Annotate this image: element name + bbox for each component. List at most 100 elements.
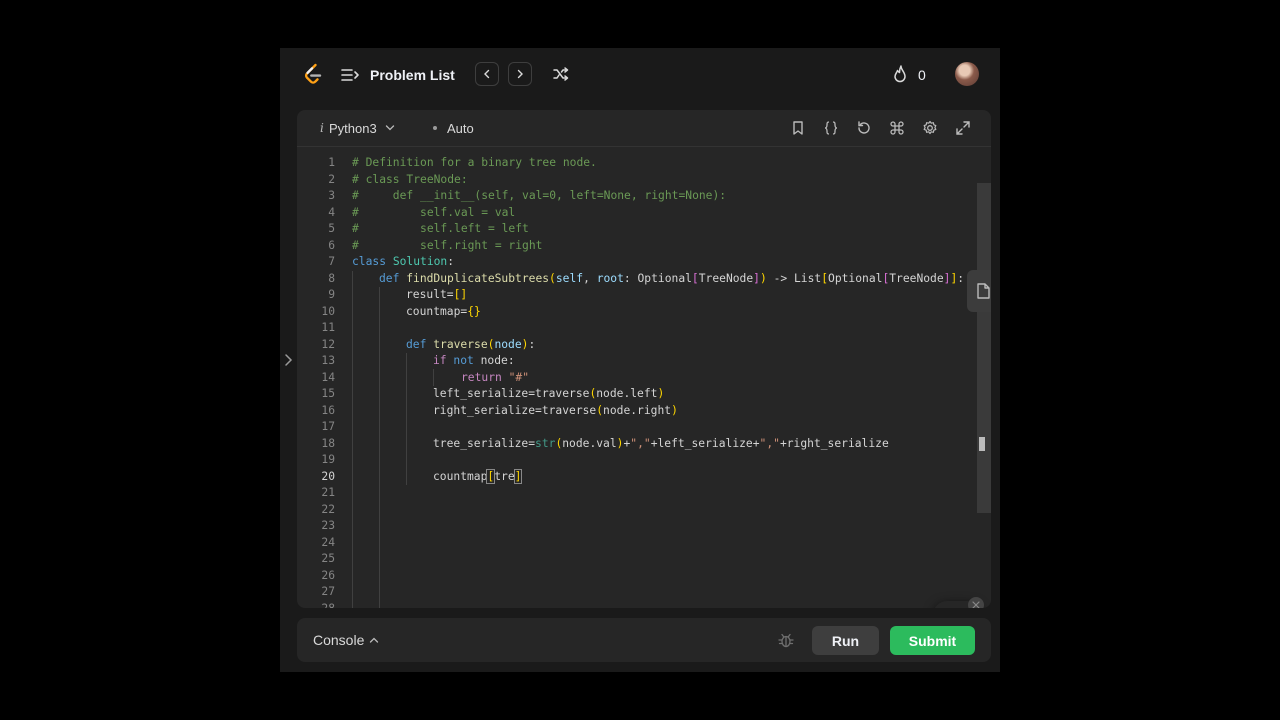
streak-count: 0 <box>918 67 926 83</box>
close-chat-button[interactable] <box>968 597 984 608</box>
code-token: Solution <box>392 255 448 268</box>
code-token: def <box>379 271 407 285</box>
code-token: root <box>596 271 624 285</box>
code-token: : <box>957 271 965 285</box>
problem-list-icon[interactable] <box>340 66 360 84</box>
line-number: 7 <box>328 255 335 268</box>
next-problem-button[interactable] <box>508 62 532 86</box>
autocomplete-mode-label[interactable]: Auto <box>447 121 474 136</box>
avatar[interactable] <box>955 62 979 86</box>
code-token: -> List <box>766 271 822 285</box>
code-token: "," <box>759 436 780 450</box>
auto-status-dot <box>433 126 437 130</box>
code-line: right_serialize=traverse(node.right) <box>433 403 678 420</box>
code-token: : Optional <box>623 271 692 285</box>
code-line: class Solution: <box>352 254 454 271</box>
line-number: 5 <box>328 222 335 235</box>
line-number: 23 <box>321 519 335 532</box>
run-button[interactable]: Run <box>812 626 879 655</box>
editor-header: i Python3 Auto <box>297 110 991 147</box>
command-icon[interactable] <box>888 119 906 137</box>
code-token: node.left <box>596 387 658 400</box>
code-token: node <box>494 337 522 351</box>
code-token: tree_serialize= <box>433 436 536 450</box>
code-token: {} <box>467 304 481 318</box>
leetcode-logo-icon[interactable] <box>303 63 323 85</box>
line-number: 8 <box>328 271 335 285</box>
chevron-left-icon <box>484 69 490 79</box>
line-number: 14 <box>321 370 335 384</box>
line-number: 2 <box>328 172 335 186</box>
problem-list-link[interactable]: Problem List <box>370 66 455 84</box>
code-token: class <box>352 255 393 268</box>
code-line: countmap={} <box>406 304 481 321</box>
code-token: return <box>461 370 509 384</box>
indent-guide <box>433 369 434 386</box>
code-token: tre <box>494 469 515 483</box>
code-token: "," <box>630 436 651 450</box>
reset-icon[interactable] <box>855 119 873 137</box>
code-line: left_serialize=traverse(node.left) <box>433 386 664 403</box>
chevron-down-icon[interactable] <box>385 123 395 133</box>
code-token: TreeNode <box>889 271 944 285</box>
code-token: node.right <box>603 403 672 417</box>
code-token: ( <box>549 271 556 285</box>
code-token: if <box>433 354 454 367</box>
code-token: [ <box>821 271 829 285</box>
code-token: findDuplicateSubtrees <box>406 271 550 285</box>
file-panel-toggle[interactable] <box>967 270 991 312</box>
line-number: 17 <box>321 420 335 433</box>
chevron-up-icon[interactable] <box>369 635 379 645</box>
submit-button[interactable]: Submit <box>890 626 975 655</box>
code-token: +right_serialize <box>779 436 889 450</box>
indent-guide <box>352 271 353 608</box>
code-line: # self.left = left <box>352 222 529 235</box>
indent-guide <box>379 287 380 608</box>
code-token: str <box>535 436 556 450</box>
code-token: self <box>555 271 584 285</box>
code-line: if not node: <box>433 353 515 370</box>
code-area[interactable]: 1 2 3 4 5 6 7 8 9 10 11 12 13 14 15 16 1… <box>297 147 991 608</box>
line-number: 11 <box>321 321 335 334</box>
indent-guide <box>406 353 407 485</box>
code-token: : <box>528 337 536 351</box>
line-number: 6 <box>328 238 335 252</box>
code-token: ] <box>753 271 760 285</box>
code-token: "#" <box>508 370 530 384</box>
bookmark-icon[interactable] <box>789 119 807 137</box>
code-token: node.val <box>562 436 617 450</box>
line-number: 21 <box>321 486 335 499</box>
line-number: 10 <box>321 304 335 318</box>
chevron-right-icon <box>517 69 523 79</box>
line-number: 9 <box>328 288 335 301</box>
shuffle-icon[interactable] <box>551 64 571 84</box>
previous-problem-button[interactable] <box>475 62 499 86</box>
line-number: 12 <box>321 337 335 351</box>
language-selector[interactable]: Python3 <box>329 121 377 136</box>
code-editor-panel: i Python3 Auto 1 2 3 4 5 6 7 8 9 10 11 1… <box>297 110 991 608</box>
code-token: countmap <box>433 469 488 483</box>
code-token: not <box>453 354 474 367</box>
code-line: result=[] <box>406 287 467 304</box>
code-token: TreeNode <box>698 271 754 285</box>
code-line: # self.right = right <box>352 238 543 252</box>
settings-icon[interactable] <box>921 119 939 137</box>
line-number: 13 <box>321 354 335 367</box>
editor-scrollbar[interactable] <box>977 183 991 513</box>
line-number: 28 <box>321 601 335 609</box>
code-token: ] <box>513 468 523 484</box>
line-number: 16 <box>321 403 335 417</box>
fire-icon[interactable] <box>891 64 911 86</box>
code-line: # def __init__(self, val=0, left=None, r… <box>352 189 727 202</box>
line-number: 24 <box>321 535 335 549</box>
debug-bug-icon[interactable] <box>777 631 795 649</box>
braces-icon[interactable] <box>822 119 840 137</box>
code-token: [ <box>691 271 699 285</box>
expand-panel-chevron-icon[interactable] <box>283 353 295 367</box>
code-line: # self.val = val <box>352 205 516 219</box>
code-token: def <box>406 337 434 351</box>
close-icon <box>972 601 980 608</box>
console-toggle[interactable]: Console <box>313 632 364 648</box>
line-number: 18 <box>321 436 335 450</box>
fullscreen-icon[interactable] <box>954 119 972 137</box>
